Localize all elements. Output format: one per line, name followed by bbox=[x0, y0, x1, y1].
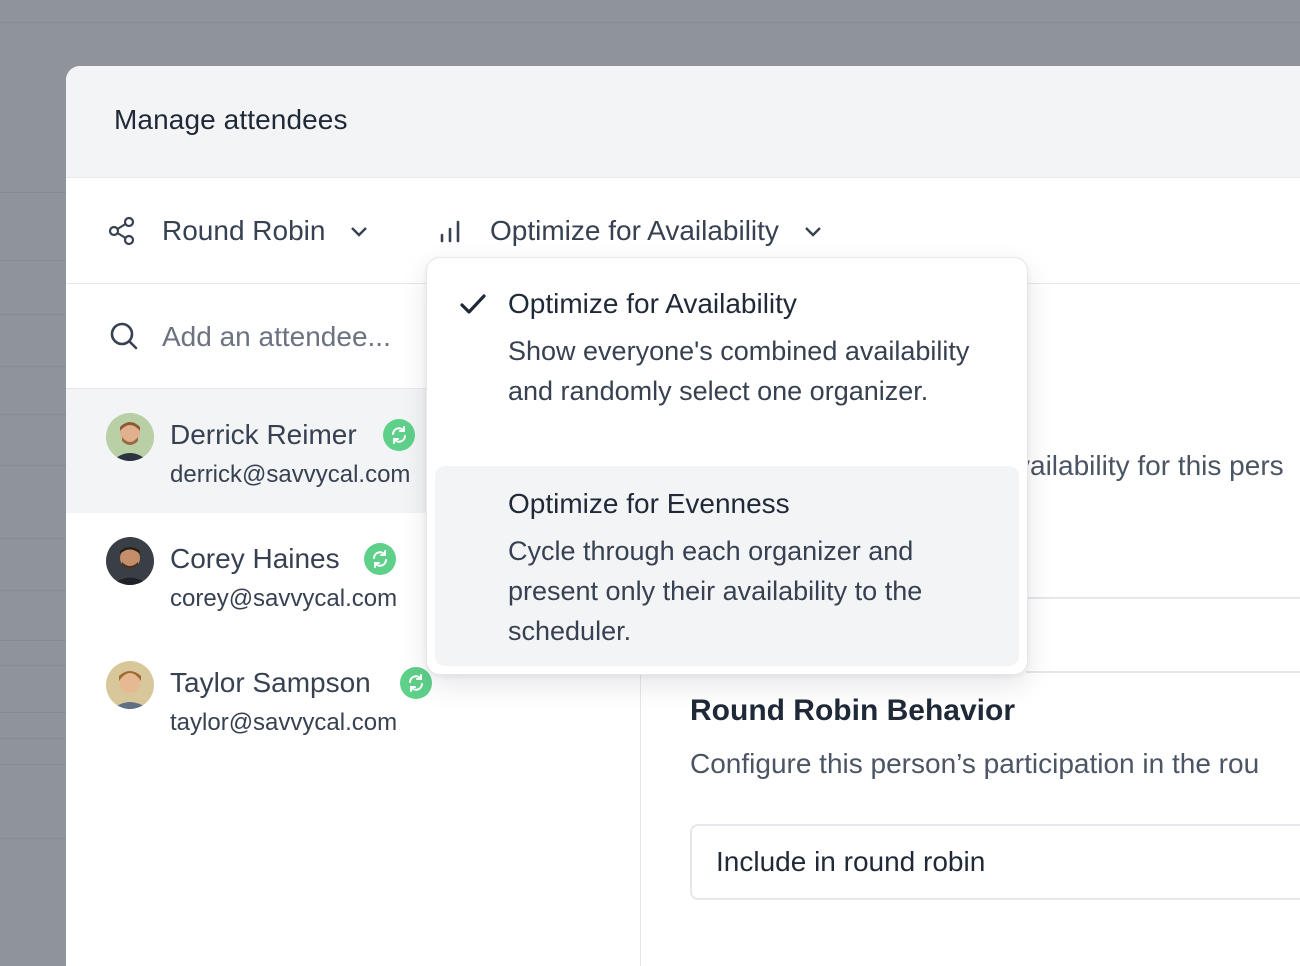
round-robin-behavior-description: Configure this person’s participation in… bbox=[690, 748, 1260, 779]
attendee-email: derrick@savvycal.com bbox=[170, 461, 411, 488]
strategy-dropdown-menu: Optimize for Availability Show everyone'… bbox=[426, 257, 1028, 675]
share-icon bbox=[106, 215, 138, 247]
attendee-email: corey@savvycal.com bbox=[170, 585, 398, 612]
modal-title: Manage attendees bbox=[114, 104, 348, 135]
round-robin-behavior-title: Round Robin Behavior bbox=[690, 694, 1015, 727]
calendar-sync-icon bbox=[364, 543, 396, 575]
option-title: Optimize for Evenness bbox=[508, 488, 790, 519]
option-description: Show everyone's combined availability an… bbox=[508, 336, 970, 406]
chevron-down-icon bbox=[801, 219, 825, 243]
chevron-down-icon bbox=[347, 219, 371, 243]
avatar bbox=[106, 537, 154, 585]
round-robin-participation-select[interactable]: Include in round robin bbox=[690, 824, 1300, 900]
avatar bbox=[106, 661, 154, 709]
select-value: Include in round robin bbox=[716, 846, 986, 877]
calendar-sync-icon bbox=[400, 667, 432, 699]
search-icon bbox=[108, 320, 140, 352]
background-rows bbox=[0, 0, 66, 954]
calendar-sync-icon bbox=[383, 419, 415, 451]
option-title: Optimize for Availability bbox=[508, 288, 797, 319]
availability-description: vailability for this pers bbox=[1016, 450, 1284, 481]
strategy-label: Optimize for Availability bbox=[490, 214, 779, 246]
bar-chart-icon bbox=[436, 216, 466, 246]
option-optimize-evenness[interactable]: Optimize for Evenness Cycle through each… bbox=[435, 466, 1019, 666]
option-description: Cycle through each organizer and present… bbox=[508, 536, 923, 646]
attendee-name: Taylor Sampson bbox=[170, 667, 371, 698]
detail-field[interactable] bbox=[1026, 597, 1300, 673]
attendee-name: Derrick Reimer bbox=[170, 419, 357, 450]
round-robin-dropdown[interactable]: Round Robin bbox=[106, 178, 371, 283]
check-icon bbox=[457, 288, 489, 320]
modal-header: Manage attendees bbox=[66, 66, 1300, 178]
avatar bbox=[106, 413, 154, 461]
round-robin-label: Round Robin bbox=[162, 214, 326, 246]
attendee-email: taylor@savvycal.com bbox=[170, 709, 398, 736]
attendee-name: Corey Haines bbox=[170, 543, 340, 574]
option-optimize-availability[interactable]: Optimize for Availability Show everyone'… bbox=[435, 266, 1019, 460]
